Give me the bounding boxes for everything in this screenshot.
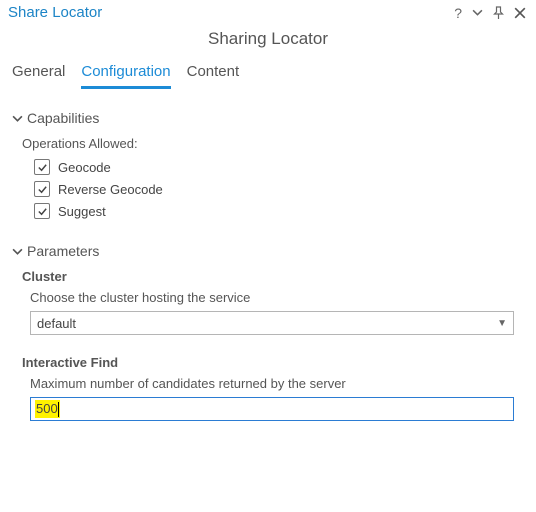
cluster-heading: Cluster xyxy=(22,269,524,284)
tab-general[interactable]: General xyxy=(12,63,65,89)
text-caret xyxy=(58,402,59,417)
operations-allowed-label: Operations Allowed: xyxy=(22,136,524,151)
menu-chevron-icon[interactable] xyxy=(472,7,483,18)
pin-icon[interactable] xyxy=(493,6,504,20)
checkbox-geocode[interactable] xyxy=(34,159,50,175)
checkbox-reverse-geocode-label: Reverse Geocode xyxy=(58,182,163,197)
tab-content[interactable]: Content xyxy=(187,63,240,89)
tab-configuration[interactable]: Configuration xyxy=(81,63,170,89)
cluster-dropdown-value: default xyxy=(37,316,76,331)
dropdown-arrow-icon: ▼ xyxy=(497,318,507,329)
checkbox-reverse-geocode[interactable] xyxy=(34,181,50,197)
section-parameters-label: Parameters xyxy=(27,243,99,259)
max-candidates-input[interactable]: 500 xyxy=(30,397,514,421)
cluster-description: Choose the cluster hosting the service xyxy=(30,290,524,305)
checkbox-suggest-label: Suggest xyxy=(58,204,106,219)
section-capabilities-header[interactable]: Capabilities xyxy=(12,110,524,126)
chevron-down-icon xyxy=(12,246,23,257)
cluster-dropdown[interactable]: default ▼ xyxy=(30,311,514,335)
checkbox-geocode-label: Geocode xyxy=(58,160,111,175)
max-candidates-value: 500 xyxy=(36,400,58,418)
interactive-find-description: Maximum number of candidates returned by… xyxy=(30,376,524,391)
section-capabilities-label: Capabilities xyxy=(27,110,99,126)
interactive-find-heading: Interactive Find xyxy=(22,355,524,370)
checkbox-suggest[interactable] xyxy=(34,203,50,219)
chevron-down-icon xyxy=(12,113,23,124)
pane-title: Share Locator xyxy=(8,4,102,21)
section-parameters-header[interactable]: Parameters xyxy=(12,243,524,259)
help-icon[interactable]: ? xyxy=(454,5,462,21)
close-icon[interactable] xyxy=(514,7,526,19)
page-subtitle: Sharing Locator xyxy=(0,23,536,63)
